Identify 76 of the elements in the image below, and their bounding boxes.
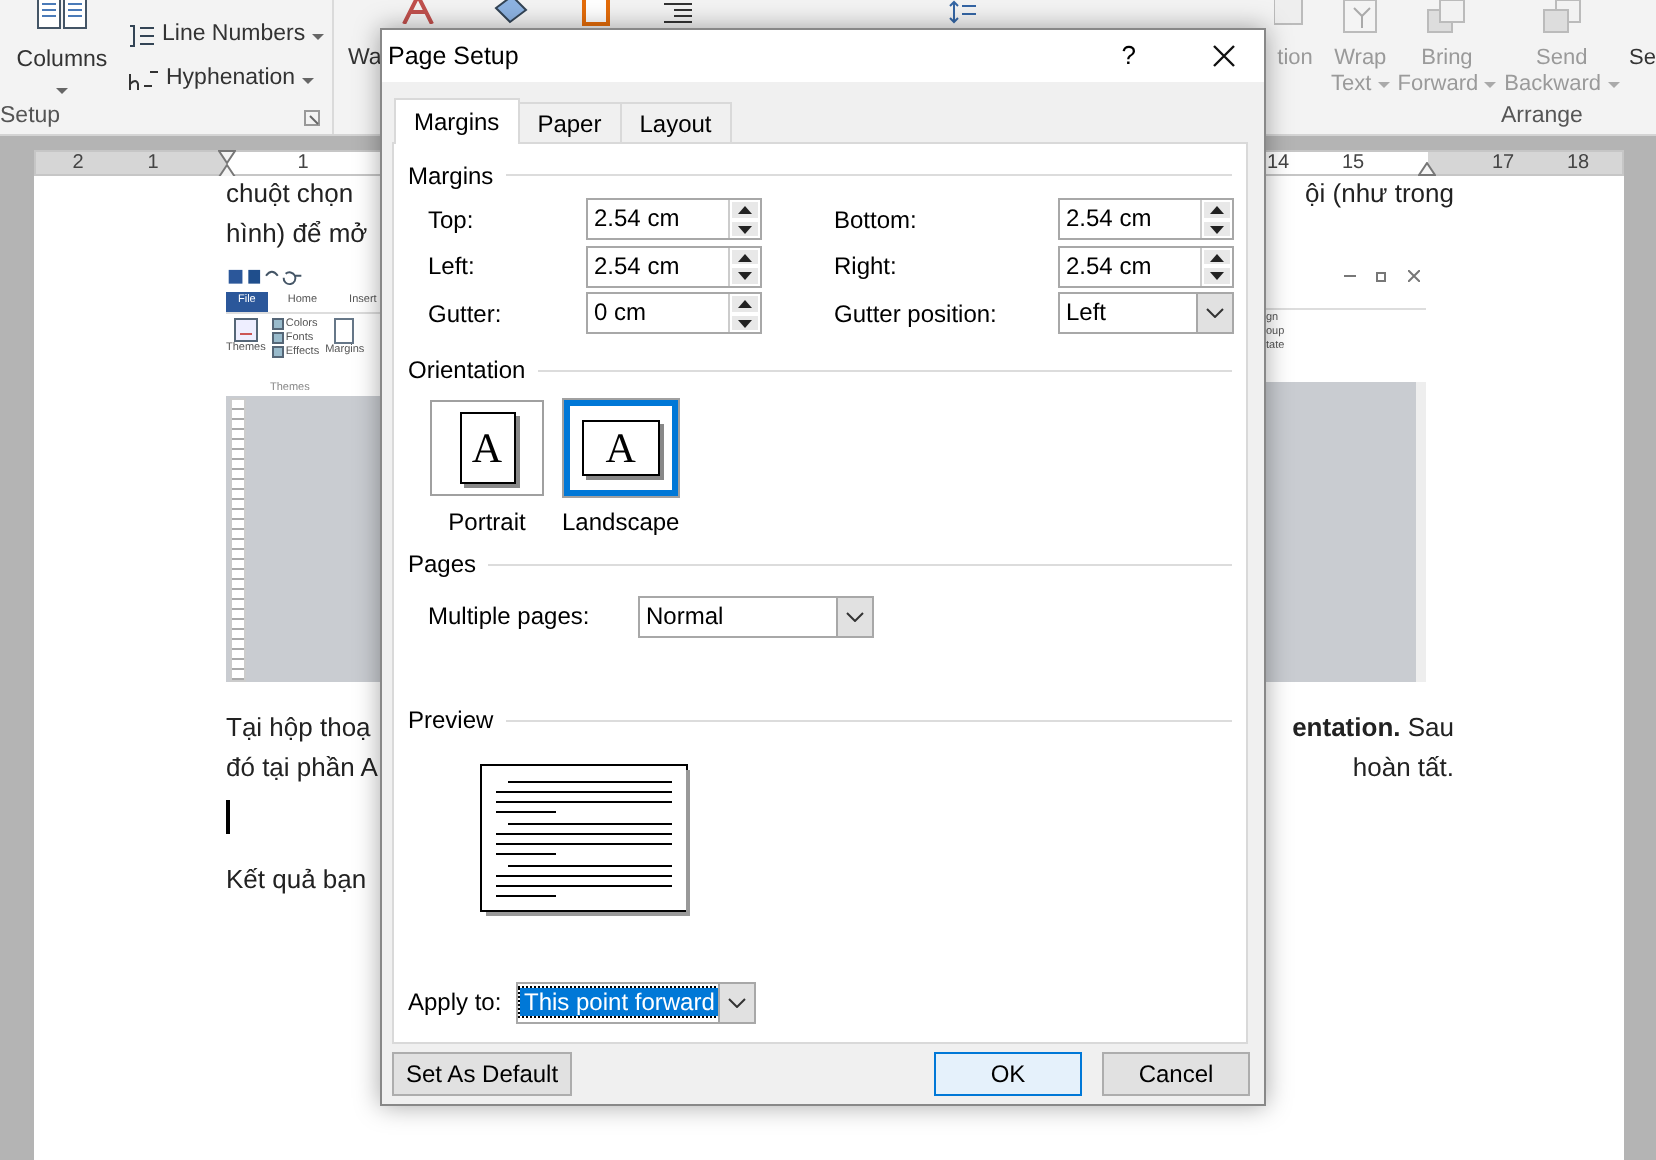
orientation-option[interactable]: A: [563, 399, 678, 495]
columns-button[interactable]: Columns: [0, 0, 124, 102]
field-label: Left:: [428, 250, 477, 285]
spin-field[interactable]: 0 cm: [586, 292, 762, 335]
spin-down-icon[interactable]: [1210, 272, 1224, 280]
dropdown[interactable]: This point forward: [516, 981, 756, 1023]
orientation-label: Portrait: [448, 505, 526, 539]
dialog-button[interactable]: Cancel: [1102, 1052, 1250, 1096]
section-heading: Orientation: [408, 354, 526, 388]
dialog-button[interactable]: Set As Default: [392, 1052, 573, 1096]
watermark-icon: [397, 0, 438, 24]
page-color-icon: [489, 0, 530, 24]
line-numbers-icon: [128, 22, 156, 50]
document-text: chuột chọn: [226, 176, 354, 212]
spin-field[interactable]: 2.54 cm: [586, 245, 762, 288]
close-icon: [1212, 44, 1236, 68]
field-label: Gutter position:: [834, 297, 999, 332]
spin-up-icon[interactable]: [1210, 253, 1224, 261]
spin-up-icon[interactable]: [738, 206, 752, 214]
close-icon[interactable]: [1408, 270, 1420, 282]
spin-down-icon[interactable]: [738, 272, 752, 280]
dialog-button[interactable]: OK: [934, 1052, 1082, 1096]
quick-access-toolbar-drawing: [226, 264, 306, 288]
document-text: ội (như trong: [1305, 176, 1454, 212]
field-label: Top:: [428, 203, 476, 238]
restore-icon[interactable]: [1376, 270, 1388, 282]
group-label: Setup: [0, 102, 61, 133]
document-text: entation. Sau: [1292, 710, 1454, 746]
scrollbar[interactable]: [1416, 382, 1426, 682]
spacing-icon: [945, 0, 978, 24]
section-heading: Margins: [408, 159, 494, 193]
section-heading: Preview: [408, 704, 494, 738]
field-label: Gutter:: [428, 297, 504, 332]
tab[interactable]: Paper: [517, 102, 622, 142]
spin-up-icon[interactable]: [1210, 206, 1224, 214]
field-label: Right:: [834, 250, 899, 285]
document-text: hình) để mở: [226, 215, 368, 252]
field-label: Bottom:: [834, 203, 919, 238]
dropdown[interactable]: Normal: [638, 595, 874, 637]
hyphenation-icon: [128, 66, 160, 94]
margins-icon: [334, 317, 355, 344]
help-button[interactable]: ?: [1105, 36, 1152, 76]
dialog-launcher-icon[interactable]: [304, 110, 320, 126]
spin-field[interactable]: 2.54 cm: [1058, 198, 1234, 241]
group-label: Arrange: [1501, 102, 1583, 133]
orientation-label: Landscape: [562, 505, 680, 539]
field-label: Multiple pages:: [428, 600, 592, 634]
spin-up-icon[interactable]: [738, 253, 752, 261]
indent-icon: [661, 0, 694, 24]
orientation-option[interactable]: A: [430, 399, 544, 495]
document-text: đó tại phần A: [226, 749, 378, 786]
spin-down-icon[interactable]: [738, 225, 752, 233]
spin-field[interactable]: 2.54 cm: [586, 198, 762, 241]
document-text: Tại hộp thoạ: [226, 710, 371, 746]
dropdown[interactable]: Left: [1058, 292, 1234, 335]
spin-down-icon[interactable]: [1210, 225, 1224, 233]
text-cursor: [226, 800, 230, 834]
chevron-down-icon[interactable]: [846, 611, 864, 621]
spin-field[interactable]: 2.54 cm: [1058, 245, 1234, 288]
window-title: Page Setup: [388, 39, 519, 74]
tab[interactable]: Layout: [619, 102, 732, 142]
chevron-down-icon[interactable]: [1206, 308, 1224, 319]
hyphenation-button[interactable]: Hyphenation: [124, 60, 328, 100]
spin-down-icon[interactable]: [738, 319, 752, 327]
document-text: hoàn tất.: [1352, 749, 1454, 785]
section-heading: Pages: [408, 548, 477, 582]
document-text: Kết quả bạn: [226, 862, 367, 898]
spin-up-icon[interactable]: [738, 300, 752, 308]
line-numbers-button[interactable]: Line Numbers: [124, 16, 328, 56]
chevron-down-icon[interactable]: [728, 997, 747, 1007]
watermark-button[interactable]: Wa: [342, 0, 390, 72]
minimize-icon[interactable]: [1344, 270, 1356, 282]
selection-pane-button[interactable]: Se: [1623, 0, 1656, 102]
tab[interactable]: Margins: [394, 98, 520, 144]
themes-icon: [233, 317, 258, 342]
field-label: Apply to:: [408, 986, 504, 1020]
